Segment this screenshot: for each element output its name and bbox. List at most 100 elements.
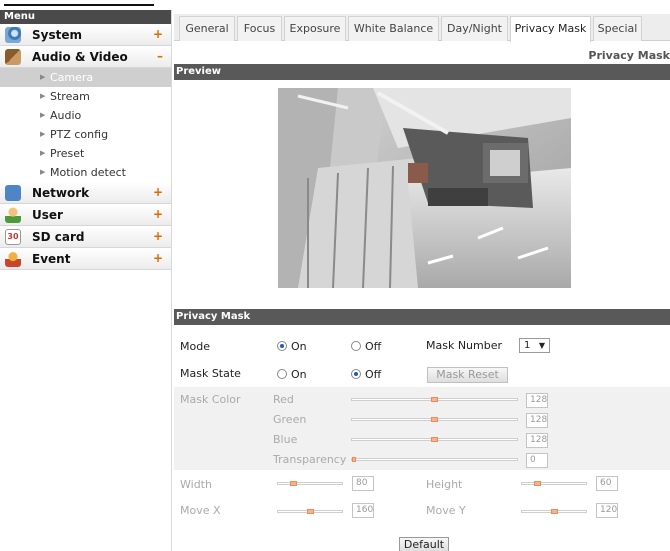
- mask-state-label: Mask State: [180, 367, 241, 380]
- blue-slider[interactable]: [351, 437, 518, 442]
- mask-color-label: Mask Color: [180, 393, 241, 406]
- user-icon: [5, 206, 21, 223]
- mode-label: Mode: [180, 340, 210, 353]
- sidebar-group-label: System: [32, 27, 82, 42]
- red-value[interactable]: 128: [526, 393, 548, 408]
- width-value[interactable]: 80: [352, 476, 374, 491]
- slider-thumb[interactable]: [431, 437, 438, 442]
- slider-thumb[interactable]: [352, 457, 356, 462]
- height-value[interactable]: 60: [596, 476, 618, 491]
- slider-thumb[interactable]: [551, 509, 558, 514]
- audio-video-icon: [5, 48, 21, 65]
- sidebar-item-camera[interactable]: ▶ Camera: [0, 68, 171, 87]
- mask-state-off-radio[interactable]: Off: [351, 368, 381, 381]
- slider-thumb[interactable]: [431, 417, 438, 422]
- sidebar-group-network[interactable]: Network +: [0, 182, 171, 204]
- system-icon: [5, 26, 21, 43]
- mode-on-radio[interactable]: On: [277, 340, 307, 353]
- radio-unchecked-icon: [277, 369, 287, 379]
- tab-general[interactable]: General: [179, 16, 235, 41]
- move-x-value[interactable]: 160: [352, 503, 374, 518]
- transparency-slider[interactable]: [351, 457, 518, 462]
- radio-checked-icon: [277, 341, 287, 351]
- sidebar-group-system[interactable]: System +: [0, 24, 171, 46]
- sidebar-group-label: User: [32, 207, 63, 222]
- app-root: Menu System + Audio & Video – ▶ Camera ▶ S…: [0, 0, 670, 551]
- move-y-slider[interactable]: [521, 509, 587, 514]
- sidebar-group-sd-card[interactable]: 30 SD card +: [0, 226, 171, 248]
- tab-focus[interactable]: Focus: [237, 16, 282, 41]
- sidebar-group-label: Network: [32, 185, 90, 200]
- sd-card-icon: 30: [5, 228, 21, 245]
- privacy-mask-section-header: Privacy Mask: [174, 309, 670, 325]
- camera-preview-image: [278, 88, 571, 288]
- tab-bar: General Focus Exposure White Balance Day…: [174, 14, 670, 42]
- triangle-right-icon: ▶: [40, 73, 46, 81]
- triangle-right-icon: ▶: [40, 130, 46, 138]
- transparency-value[interactable]: 0: [526, 453, 548, 468]
- default-button[interactable]: Default: [399, 537, 449, 551]
- move-x-slider[interactable]: [277, 509, 343, 514]
- sidebar-item-ptz-config[interactable]: ▶ PTZ config: [0, 125, 171, 144]
- sidebar-item-audio[interactable]: ▶ Audio: [0, 106, 171, 125]
- blue-value[interactable]: 128: [526, 433, 548, 448]
- chevron-down-icon: ▼: [538, 341, 545, 350]
- blue-label: Blue: [273, 433, 298, 446]
- top-link-strip: [0, 0, 160, 10]
- expand-icon: +: [152, 251, 163, 265]
- height-label: Height: [426, 478, 463, 491]
- slider-thumb[interactable]: [431, 397, 438, 402]
- page-title: Privacy Mask: [588, 49, 670, 62]
- red-label: Red: [273, 393, 294, 406]
- expand-icon: +: [152, 229, 163, 243]
- triangle-right-icon: ▶: [40, 92, 46, 100]
- collapse-icon: –: [157, 49, 163, 63]
- sidebar-group-label: SD card: [32, 229, 85, 244]
- network-icon: [5, 184, 21, 201]
- mask-reset-button[interactable]: Mask Reset: [427, 367, 508, 383]
- sidebar-menu: Menu System + Audio & Video – ▶ Camera ▶ S…: [0, 10, 172, 551]
- radio-unchecked-icon: [351, 341, 361, 351]
- width-slider[interactable]: [277, 481, 343, 486]
- slider-thumb[interactable]: [290, 481, 297, 486]
- mask-number-select[interactable]: 1 ▼: [519, 338, 550, 353]
- tab-special[interactable]: Special: [593, 16, 642, 41]
- green-slider[interactable]: [351, 417, 518, 422]
- mask-number-label: Mask Number: [426, 339, 503, 352]
- expand-icon: +: [152, 27, 163, 41]
- green-label: Green: [273, 413, 307, 426]
- width-label: Width: [180, 478, 212, 491]
- preview-section-header: Preview: [174, 64, 670, 80]
- radio-checked-icon: [351, 369, 361, 379]
- mode-off-radio[interactable]: Off: [351, 340, 381, 353]
- triangle-right-icon: ▶: [40, 111, 46, 119]
- camera-preview: [278, 88, 571, 288]
- tab-privacy-mask[interactable]: Privacy Mask: [510, 16, 591, 42]
- height-slider[interactable]: [521, 481, 587, 486]
- sidebar-item-preset[interactable]: ▶ Preset: [0, 144, 171, 163]
- mask-state-on-radio[interactable]: On: [277, 368, 307, 381]
- sidebar-item-stream[interactable]: ▶ Stream: [0, 87, 171, 106]
- triangle-right-icon: ▶: [40, 149, 46, 157]
- tab-white-balance[interactable]: White Balance: [348, 16, 439, 41]
- expand-icon: +: [152, 207, 163, 221]
- slider-thumb[interactable]: [534, 481, 541, 486]
- sidebar-title: Menu: [0, 10, 171, 24]
- move-x-label: Move X: [180, 504, 221, 517]
- transparency-label: Transparency: [273, 453, 347, 466]
- move-y-value[interactable]: 120: [596, 503, 618, 518]
- move-y-label: Move Y: [426, 504, 466, 517]
- sidebar-group-label: Event: [32, 251, 71, 266]
- green-value[interactable]: 128: [526, 413, 548, 428]
- expand-icon: +: [152, 185, 163, 199]
- slider-thumb[interactable]: [307, 509, 314, 514]
- tab-day-night[interactable]: Day/Night: [441, 16, 508, 41]
- sidebar-group-event[interactable]: Event +: [0, 248, 171, 270]
- sidebar-item-motion-detect[interactable]: ▶ Motion detect: [0, 163, 171, 182]
- event-icon: [5, 250, 21, 267]
- sidebar-group-audio-video[interactable]: Audio & Video –: [0, 46, 171, 68]
- sidebar-group-user[interactable]: User +: [0, 204, 171, 226]
- triangle-right-icon: ▶: [40, 168, 46, 176]
- tab-exposure[interactable]: Exposure: [284, 16, 346, 41]
- red-slider[interactable]: [351, 397, 518, 402]
